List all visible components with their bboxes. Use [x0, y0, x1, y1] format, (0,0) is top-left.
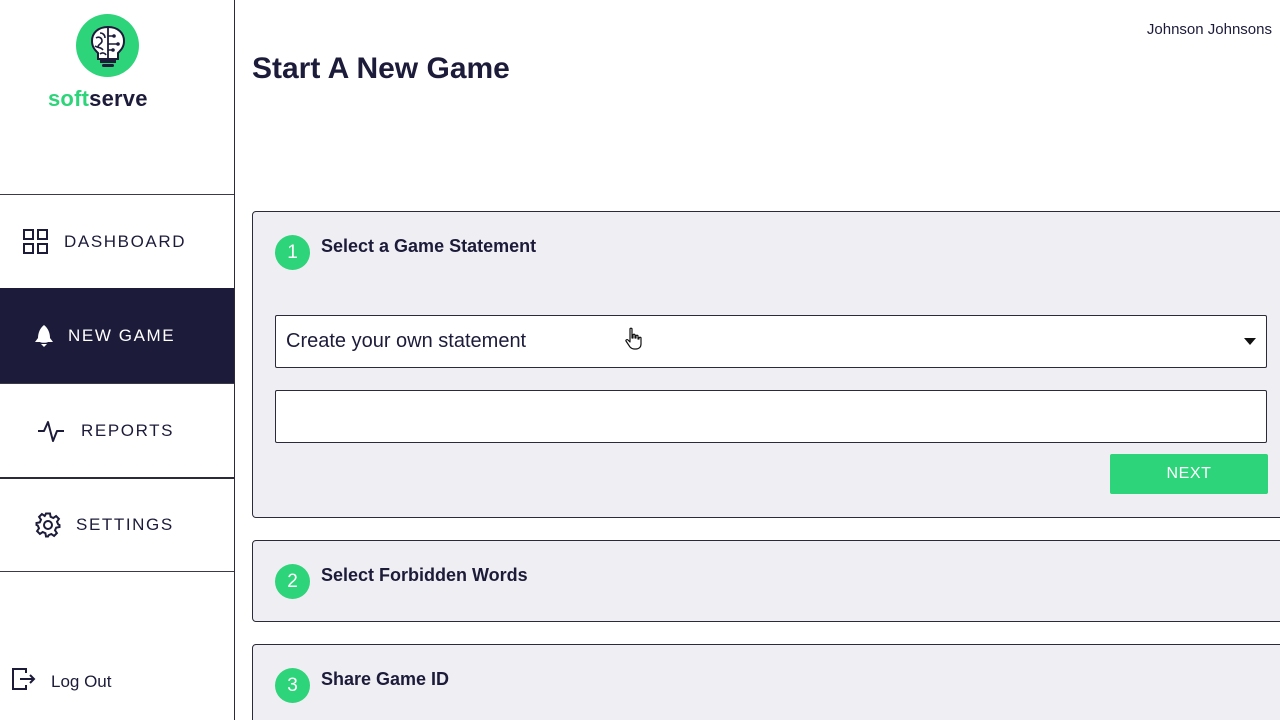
caret-down-icon — [1244, 338, 1256, 345]
step-3-panel[interactable]: 3 Share Game ID — [252, 644, 1280, 720]
step-number-badge: 2 — [275, 564, 310, 599]
sidebar-item-label: REPORTS — [81, 420, 175, 440]
sidebar-item-label: DASHBOARD — [64, 231, 187, 251]
step-2-panel[interactable]: 2 Select Forbidden Words — [252, 540, 1280, 622]
step-number-badge: 1 — [275, 235, 310, 270]
page-title: Start A New Game — [252, 52, 510, 85]
step-number-badge: 3 — [275, 668, 310, 703]
sidebar-item-dashboard[interactable]: DASHBOARD — [0, 194, 234, 288]
next-button[interactable]: NEXT — [1110, 454, 1268, 494]
sidebar-item-new-game[interactable]: NEW GAME — [0, 288, 234, 384]
step-title[interactable]: Select a Game Statement — [321, 236, 536, 257]
logout-label: Log Out — [51, 671, 112, 691]
brain-bulb-icon — [76, 14, 139, 77]
logout-icon — [10, 666, 36, 697]
brand-logo[interactable]: softserve — [48, 14, 168, 114]
step-1-panel: 1 Select a Game Statement Create your ow… — [252, 211, 1280, 518]
logout-button[interactable]: Log Out — [10, 666, 112, 697]
sidebar-item-label: SETTINGS — [76, 515, 174, 534]
user-name[interactable]: Johnson Johnsons — [1147, 21, 1272, 38]
pulse-icon — [37, 417, 65, 445]
hand-cursor-icon — [624, 327, 644, 356]
statement-input[interactable] — [275, 390, 1267, 443]
brand-name-serve: serve — [89, 86, 148, 111]
sidebar-item-settings[interactable]: SETTINGS — [0, 477, 234, 572]
sidebar-item-label: NEW GAME — [68, 326, 176, 345]
gear-icon — [34, 511, 62, 539]
brand-name-soft: soft — [48, 86, 90, 111]
statement-select-value: Create your own statement — [286, 330, 527, 352]
grid-icon — [22, 228, 50, 256]
statement-select[interactable]: Create your own statement — [275, 315, 1267, 368]
sidebar: softserve DASHBOARD NEW GAME REPORTS SET… — [0, 0, 235, 720]
rocket-icon — [30, 322, 58, 350]
brand-name: softserve — [48, 86, 148, 112]
sidebar-item-reports[interactable]: REPORTS — [0, 383, 234, 477]
step-title: Select Forbidden Words — [321, 565, 528, 585]
step-title: Share Game ID — [321, 669, 450, 689]
